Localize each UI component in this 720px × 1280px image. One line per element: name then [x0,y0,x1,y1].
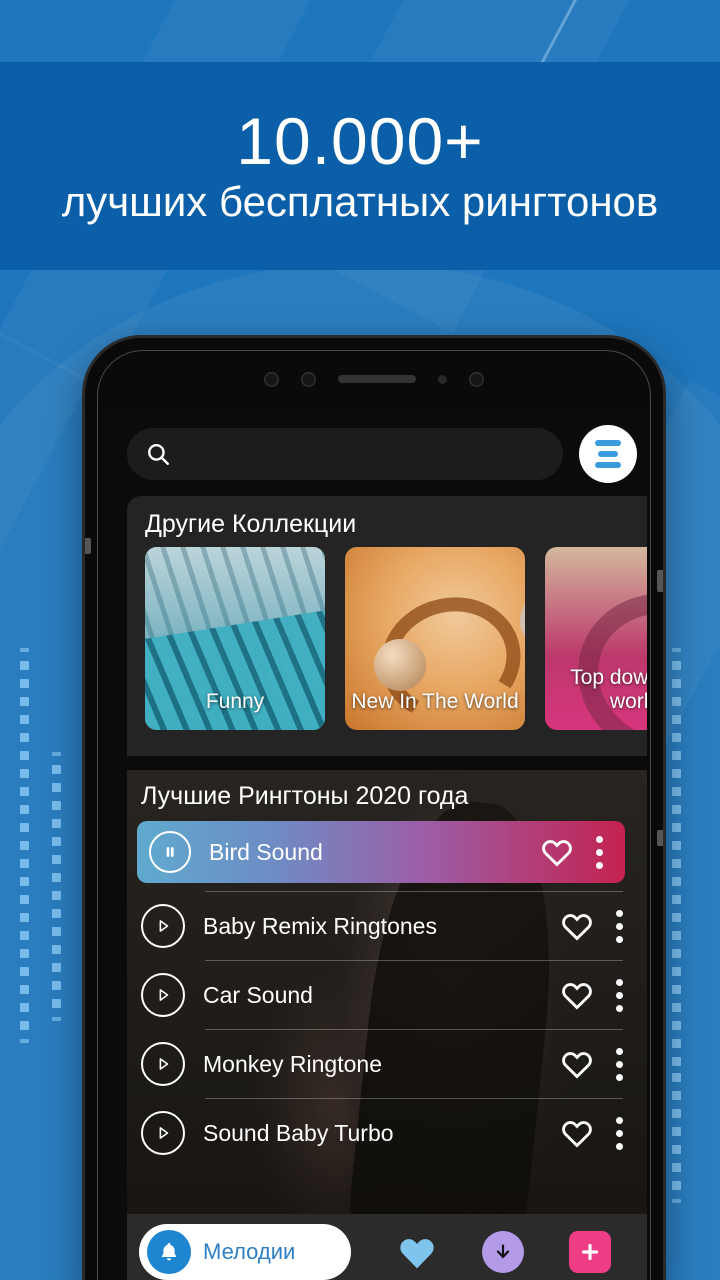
ringtone-name: Monkey Ringtone [203,1050,382,1077]
front-camera-icon [264,371,279,387]
bg-dot-column-left-inner [52,752,61,1030]
heart-icon[interactable] [560,980,594,1010]
bg-dot-column-left-outer [20,648,29,1052]
promo-banner: 10.000+ лучших бесплатных рингтонов [0,62,720,270]
heart-icon[interactable] [560,911,594,941]
more-options-icon[interactable] [596,835,603,869]
collection-card-new-in-the-world[interactable]: New In The World [345,547,525,730]
ringtone-name: Car Sound [203,981,313,1008]
collections-carousel[interactable]: Funny New In The World Top download worl… [127,547,647,730]
nav-icon-group [351,1231,633,1273]
more-options-icon[interactable] [616,1116,623,1150]
play-icon[interactable] [141,973,185,1017]
phone-side-button-left[interactable] [85,538,91,554]
play-icon[interactable] [141,1111,185,1155]
hamburger-menu-icon[interactable] [579,425,637,483]
menu-line [595,440,621,446]
heart-icon[interactable] [560,1049,594,1079]
phone-screen: Другие Коллекции Funny New In The World … [101,408,647,1280]
search-row [127,425,637,483]
collections-panel: Другие Коллекции Funny New In The World … [127,496,647,756]
heart-icon[interactable] [540,837,574,867]
nav-item-melodies-label: Мелодии [203,1239,296,1264]
bell-icon [147,1230,191,1274]
ringtone-row-car-sound[interactable]: Car Sound [127,961,647,1029]
banner-headline: 10.000+ [236,103,484,178]
heart-icon[interactable] [560,1118,594,1148]
ringtones-section: Лучшие Рингтоны 2020 года Bird Sound Bab… [127,770,647,1280]
phone-top-bezel [85,360,663,398]
collection-card-top-download-world[interactable]: Top download world [545,547,647,730]
plus-icon[interactable] [568,1231,611,1273]
collections-title: Другие Коллекции [145,510,357,538]
earpiece-speaker [338,375,416,383]
ringtone-row-bird-sound[interactable]: Bird Sound [137,821,625,883]
heart-icon[interactable] [397,1234,437,1270]
ringtone-name: Baby Remix Ringtones [203,912,437,939]
sensor-icon [301,371,316,387]
proximity-sensor-icon [438,374,447,384]
bg-dot-column-right-inner [672,648,681,1088]
more-options-icon[interactable] [616,1047,623,1081]
more-options-icon[interactable] [616,978,623,1012]
phone-mockup: Другие Коллекции Funny New In The World … [85,338,663,1280]
ringtones-title: Лучшие Рингтоны 2020 года [141,782,469,810]
pause-icon[interactable] [149,831,191,873]
search-input[interactable] [127,428,563,480]
nav-item-melodies[interactable]: Мелодии [139,1224,351,1280]
bottom-navigation-bar: Мелодии [127,1214,647,1280]
phone-side-button-right[interactable] [657,570,663,592]
collection-card-label: Funny [205,689,265,713]
banner-subline: лучших бесплатных рингтонов [61,177,659,225]
more-options-icon[interactable] [616,909,623,943]
ringtone-row-sound-baby-turbo[interactable]: Sound Baby Turbo [127,1099,647,1167]
bg-dot-column-right-outer [672,1060,681,1212]
phone-side-button-right-lower[interactable] [657,830,663,846]
play-icon[interactable] [141,904,185,948]
ringtone-name: Sound Baby Turbo [203,1119,394,1146]
ringtone-row-monkey-ringtone[interactable]: Monkey Ringtone [127,1030,647,1098]
collection-card-funny[interactable]: Funny [145,547,325,730]
front-camera-secondary-icon [469,371,484,387]
collection-card-label: New In The World [351,689,519,713]
menu-line [598,451,618,457]
collection-card-label: Top download world [570,665,647,713]
download-arrow-icon[interactable] [481,1231,524,1273]
search-icon [148,444,169,465]
ringtone-name: Bird Sound [209,838,323,865]
menu-line [595,462,621,468]
ringtone-row-baby-remix-ringtones[interactable]: Baby Remix Ringtones [127,892,647,960]
play-icon[interactable] [141,1042,185,1086]
